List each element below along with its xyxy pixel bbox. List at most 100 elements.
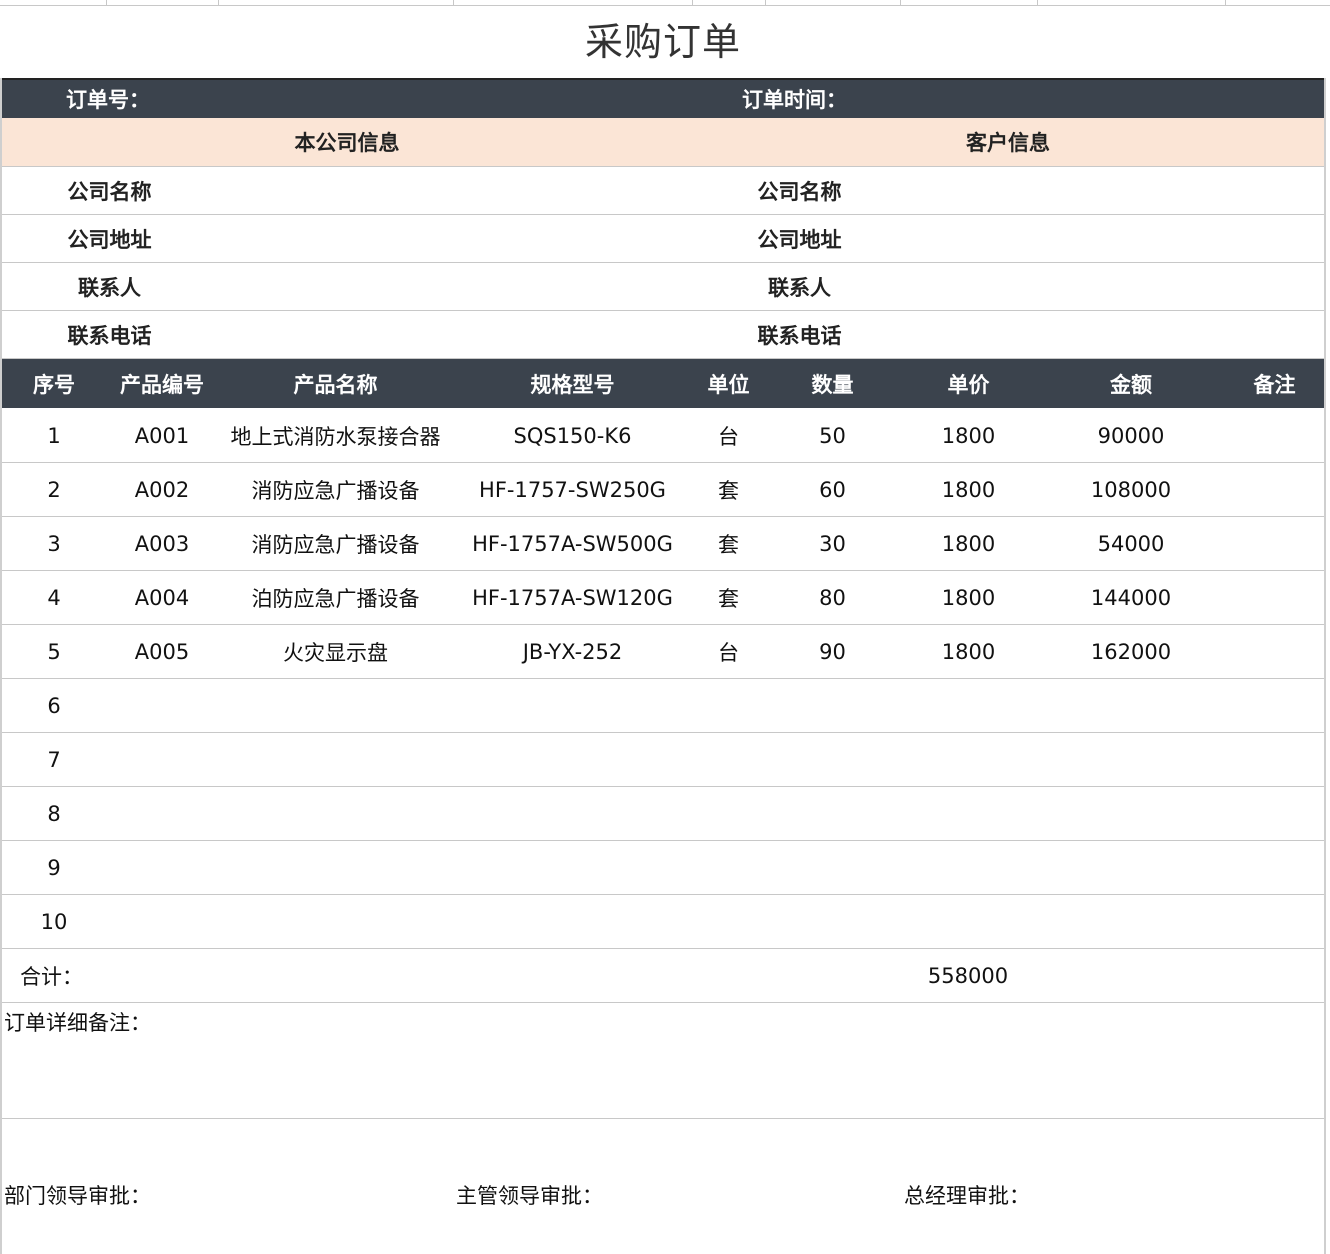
cell-seq[interactable]: 4 bbox=[2, 571, 106, 624]
cell-quantity[interactable] bbox=[765, 679, 900, 732]
cell-remarks[interactable] bbox=[1225, 571, 1324, 624]
cell-remarks[interactable] bbox=[1225, 895, 1324, 948]
own-company-field-label[interactable]: 公司地址 bbox=[2, 215, 217, 262]
cell-unit-price[interactable] bbox=[900, 787, 1037, 840]
cell-remarks[interactable] bbox=[1225, 517, 1324, 570]
cell-remarks[interactable] bbox=[1225, 679, 1324, 732]
cell-spec-model[interactable] bbox=[453, 787, 692, 840]
cell-product-name[interactable] bbox=[218, 679, 453, 732]
cell-unit[interactable]: 台 bbox=[692, 409, 765, 462]
cell-amount[interactable]: 54000 bbox=[1037, 517, 1225, 570]
cell-seq[interactable]: 3 bbox=[2, 517, 106, 570]
cell-unit-price[interactable]: 1800 bbox=[900, 409, 1037, 462]
cell-product-code[interactable]: A003 bbox=[106, 517, 218, 570]
cell-product-name[interactable]: 消防应急广播设备 bbox=[218, 463, 453, 516]
cell-unit[interactable] bbox=[692, 895, 765, 948]
cell-product-code[interactable]: A002 bbox=[106, 463, 218, 516]
cell-remarks[interactable] bbox=[1225, 409, 1324, 462]
cell-amount[interactable] bbox=[1037, 787, 1225, 840]
customer-field-label[interactable]: 公司地址 bbox=[692, 215, 907, 262]
cell-product-code[interactable]: A001 bbox=[106, 409, 218, 462]
cell-unit-price[interactable] bbox=[900, 733, 1037, 786]
cell-quantity[interactable]: 90 bbox=[765, 625, 900, 678]
cell-product-name[interactable] bbox=[218, 733, 453, 786]
column-header-quantity[interactable]: 数量 bbox=[765, 359, 900, 408]
gm-approval-label[interactable]: 总经理审批： bbox=[904, 1175, 1204, 1215]
cell-seq[interactable]: 5 bbox=[2, 625, 106, 678]
cell-unit[interactable]: 台 bbox=[692, 625, 765, 678]
cell-product-code[interactable] bbox=[106, 733, 218, 786]
cell-product-code[interactable]: A004 bbox=[106, 571, 218, 624]
cell-spec-model[interactable]: HF-1757A-SW120G bbox=[453, 571, 692, 624]
cell-unit-price[interactable]: 1800 bbox=[900, 625, 1037, 678]
column-header-unit[interactable]: 单位 bbox=[692, 359, 765, 408]
cell-unit[interactable]: 套 bbox=[692, 571, 765, 624]
cell-product-code[interactable] bbox=[106, 895, 218, 948]
cell-seq[interactable]: 9 bbox=[2, 841, 106, 894]
cell-spec-model[interactable]: JB-YX-252 bbox=[453, 625, 692, 678]
cell-product-name[interactable] bbox=[218, 787, 453, 840]
total-amount[interactable]: 558000 bbox=[900, 949, 1036, 1002]
column-header-seq[interactable]: 序号 bbox=[2, 359, 106, 408]
cell-remarks[interactable] bbox=[1225, 625, 1324, 678]
cell-product-code[interactable] bbox=[106, 841, 218, 894]
cell-quantity[interactable] bbox=[765, 841, 900, 894]
cell-seq[interactable]: 1 bbox=[2, 409, 106, 462]
column-header-amount[interactable]: 金额 bbox=[1037, 359, 1225, 408]
cell-quantity[interactable]: 30 bbox=[765, 517, 900, 570]
cell-amount[interactable]: 90000 bbox=[1037, 409, 1225, 462]
cell-remarks[interactable] bbox=[1225, 463, 1324, 516]
cell-product-name[interactable]: 泊防应急广播设备 bbox=[218, 571, 453, 624]
cell-quantity[interactable] bbox=[765, 733, 900, 786]
cell-quantity[interactable]: 80 bbox=[765, 571, 900, 624]
customer-field-label[interactable]: 联系电话 bbox=[692, 311, 907, 358]
cell-spec-model[interactable] bbox=[453, 679, 692, 732]
cell-product-name[interactable]: 地上式消防水泵接合器 bbox=[218, 409, 453, 462]
cell-unit-price[interactable] bbox=[900, 841, 1037, 894]
order-time-label[interactable]: 订单时间： bbox=[742, 80, 1042, 118]
cell-quantity[interactable] bbox=[765, 787, 900, 840]
cell-seq[interactable]: 8 bbox=[2, 787, 106, 840]
cell-remarks[interactable] bbox=[1225, 787, 1324, 840]
cell-unit-price[interactable] bbox=[900, 679, 1037, 732]
cell-amount[interactable]: 162000 bbox=[1037, 625, 1225, 678]
cell-unit[interactable] bbox=[692, 841, 765, 894]
column-header-unit-price[interactable]: 单价 bbox=[900, 359, 1037, 408]
cell-unit-price[interactable]: 1800 bbox=[900, 517, 1037, 570]
cell-product-name[interactable] bbox=[218, 895, 453, 948]
cell-spec-model[interactable] bbox=[453, 841, 692, 894]
cell-spec-model[interactable] bbox=[453, 895, 692, 948]
cell-quantity[interactable]: 60 bbox=[765, 463, 900, 516]
customer-field-label[interactable]: 公司名称 bbox=[692, 167, 907, 214]
cell-product-name[interactable]: 火灾显示盘 bbox=[218, 625, 453, 678]
cell-product-code[interactable] bbox=[106, 679, 218, 732]
cell-amount[interactable]: 108000 bbox=[1037, 463, 1225, 516]
cell-unit[interactable]: 套 bbox=[692, 463, 765, 516]
cell-amount[interactable] bbox=[1037, 679, 1225, 732]
cell-spec-model[interactable]: HF-1757-SW250G bbox=[453, 463, 692, 516]
cell-product-name[interactable] bbox=[218, 841, 453, 894]
supervisor-approval-label[interactable]: 主管领导审批： bbox=[456, 1175, 756, 1215]
column-header-spec-model[interactable]: 规格型号 bbox=[453, 359, 692, 408]
cell-spec-model[interactable] bbox=[453, 733, 692, 786]
order-remarks-area[interactable]: 订单详细备注： bbox=[2, 1003, 1324, 1119]
own-company-field-label[interactable]: 联系人 bbox=[2, 263, 217, 310]
cell-seq[interactable]: 10 bbox=[2, 895, 106, 948]
order-number-label[interactable]: 订单号： bbox=[66, 80, 366, 118]
cell-spec-model[interactable]: HF-1757A-SW500G bbox=[453, 517, 692, 570]
cell-unit[interactable] bbox=[692, 787, 765, 840]
customer-field-label[interactable]: 联系人 bbox=[692, 263, 907, 310]
column-header-product-name[interactable]: 产品名称 bbox=[218, 359, 453, 408]
cell-amount[interactable] bbox=[1037, 895, 1225, 948]
cell-unit-price[interactable]: 1800 bbox=[900, 571, 1037, 624]
cell-amount[interactable]: 144000 bbox=[1037, 571, 1225, 624]
cell-unit[interactable] bbox=[692, 679, 765, 732]
cell-amount[interactable] bbox=[1037, 733, 1225, 786]
cell-quantity[interactable] bbox=[765, 895, 900, 948]
cell-product-code[interactable]: A005 bbox=[106, 625, 218, 678]
cell-remarks[interactable] bbox=[1225, 733, 1324, 786]
cell-seq[interactable]: 6 bbox=[2, 679, 106, 732]
column-header-product-code[interactable]: 产品编号 bbox=[106, 359, 218, 408]
cell-unit[interactable] bbox=[692, 733, 765, 786]
cell-remarks[interactable] bbox=[1225, 841, 1324, 894]
